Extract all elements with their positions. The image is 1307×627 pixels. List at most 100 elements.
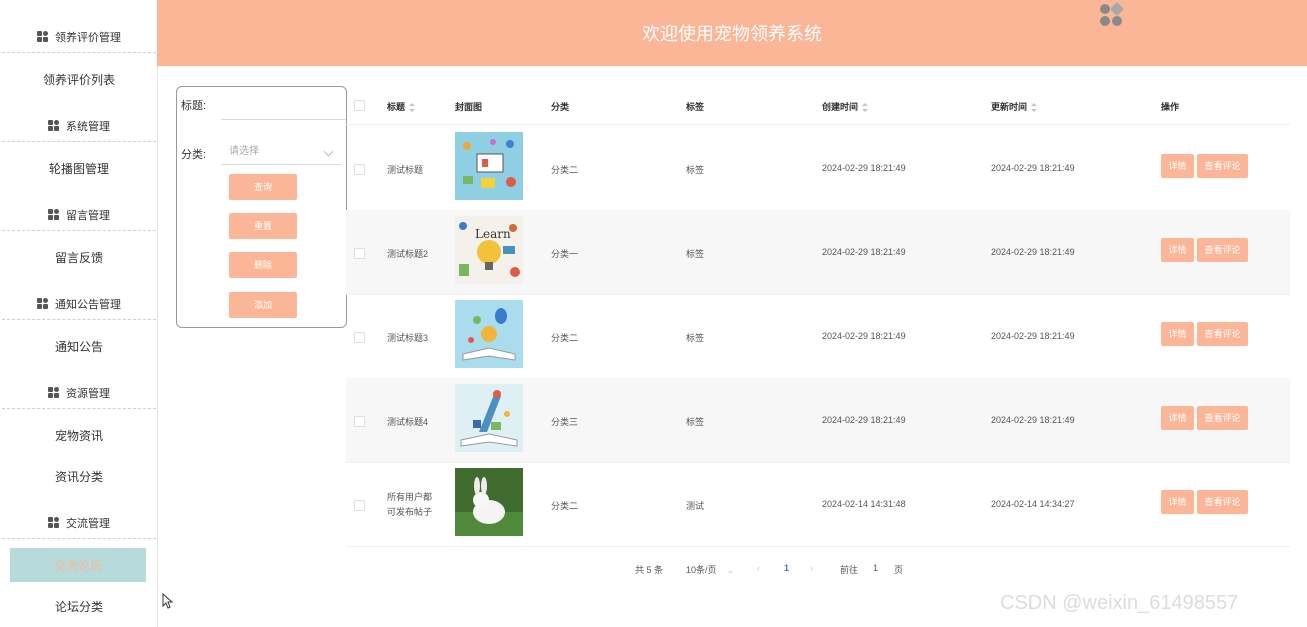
page-size-label: 10条/页	[686, 565, 717, 575]
sidebar-item-adopt-review-list[interactable]: 领养评价列表	[2, 63, 156, 95]
sidebar-group-message[interactable]: 留言管理	[2, 200, 156, 231]
row-checkbox[interactable]	[354, 248, 365, 259]
row-title: 测试标题	[387, 165, 424, 175]
cover-image	[455, 132, 523, 200]
grid-icon	[37, 31, 49, 43]
column-updated[interactable]: 更新时间	[991, 100, 1038, 113]
sort-icon[interactable]	[862, 103, 869, 113]
sidebar-group-label: 通知公告管理	[55, 299, 121, 311]
grid-icon	[37, 298, 49, 310]
sidebar-item-pet-news[interactable]: 宠物资讯	[2, 419, 156, 451]
detail-button[interactable]: 详情	[1161, 490, 1194, 514]
grid-icon	[48, 517, 60, 529]
grid-icon	[48, 387, 60, 399]
column-tag: 标签	[686, 102, 705, 112]
category-filter-label: 分类:	[181, 149, 207, 161]
row-category: 分类二	[551, 501, 579, 511]
detail-button[interactable]: 详情	[1161, 238, 1194, 262]
row-checkbox[interactable]	[354, 416, 365, 427]
table-row: 测试标题4 分类三 标签 2024-02-29 18:21:49 2024-02…	[346, 378, 1290, 463]
row-checkbox[interactable]	[354, 500, 365, 511]
detail-button[interactable]: 详情	[1161, 406, 1194, 430]
cover-image	[455, 384, 523, 452]
row-created: 2024-02-14 14:31:48	[822, 499, 906, 509]
category-select[interactable]: 请选择	[221, 139, 342, 165]
view-comments-button[interactable]: 查看评论	[1197, 322, 1248, 346]
goto-suffix: 页	[894, 565, 904, 575]
next-page-icon[interactable]: ›	[810, 563, 813, 573]
sidebar-item-forum-category[interactable]: 论坛分类	[2, 590, 156, 622]
goto-prefix: 前往	[840, 565, 859, 575]
sidebar-item-label: 领养评价列表	[42, 72, 115, 87]
sidebar-item-carousel[interactable]: 轮播图管理	[2, 152, 156, 184]
query-button[interactable]: 查询	[229, 174, 297, 200]
table-row: 测试标题2 Learn 分类一 标签 2024-02-29 18:21:49 2…	[346, 210, 1290, 295]
mouse-cursor-icon	[162, 593, 174, 609]
sidebar-item-label: 交流论坛	[53, 558, 102, 573]
table-row: 测试标题3 分类二 标签 2024-02-29 18:21:49 2024-02…	[346, 294, 1290, 379]
chevron-down-icon	[323, 146, 334, 157]
row-checkbox[interactable]	[354, 164, 365, 175]
row-created: 2024-02-29 18:21:49	[822, 163, 906, 173]
row-category: 分类三	[551, 417, 579, 427]
row-created: 2024-02-29 18:21:49	[822, 331, 906, 341]
cover-image	[455, 300, 523, 368]
sidebar-item-forum[interactable]: 交流论坛	[10, 548, 146, 582]
chevron-down-icon: ⌄	[726, 565, 735, 575]
header: 欢迎使用宠物领养系统	[157, 0, 1307, 66]
row-title: 所有用户都可发布帖子	[387, 492, 433, 517]
detail-button[interactable]: 详情	[1161, 322, 1194, 346]
row-checkbox[interactable]	[354, 332, 365, 343]
sidebar-group-resource[interactable]: 资源管理	[2, 378, 156, 409]
view-comments-button[interactable]: 查看评论	[1197, 406, 1248, 430]
goto-page-input[interactable]: 1	[873, 563, 878, 573]
cover-image	[455, 468, 523, 536]
page-number-current[interactable]: 1	[784, 563, 789, 573]
sidebar-item-label: 通知公告	[54, 339, 103, 354]
view-comments-button[interactable]: 查看评论	[1197, 238, 1248, 262]
sort-icon[interactable]	[409, 103, 416, 113]
view-comments-button[interactable]: 查看评论	[1197, 154, 1248, 178]
sidebar-group-notice[interactable]: 通知公告管理	[2, 289, 156, 320]
row-updated: 2024-02-29 18:21:49	[991, 415, 1075, 425]
row-title: 测试标题2	[387, 249, 429, 259]
sidebar-group-system[interactable]: 系统管理	[2, 111, 156, 142]
select-all-checkbox[interactable]	[354, 100, 365, 111]
column-category: 分类	[551, 102, 570, 112]
sidebar-item-feedback[interactable]: 留言反馈	[2, 241, 156, 273]
table-header: 标题 封面图 分类 标签 创建时间 更新时间 操作	[346, 86, 1290, 125]
reset-button[interactable]: 重置	[229, 213, 297, 239]
row-tag: 标签	[686, 165, 705, 175]
sidebar-item-notice[interactable]: 通知公告	[2, 330, 156, 362]
column-label: 标题	[387, 102, 406, 112]
add-button[interactable]: 添加	[229, 292, 297, 318]
sort-icon[interactable]	[1031, 103, 1038, 113]
title-search-input[interactable]	[221, 89, 346, 120]
page-size-select[interactable]: 10条/页 ⌄	[686, 563, 734, 576]
row-tag: 标签	[686, 249, 705, 259]
detail-button[interactable]: 详情	[1161, 154, 1194, 178]
row-updated: 2024-02-29 18:21:49	[991, 247, 1075, 257]
delete-button[interactable]: 删除	[229, 252, 297, 278]
sidebar-item-label: 轮播图管理	[48, 161, 109, 176]
sidebar-group-label: 系统管理	[66, 121, 110, 133]
sidebar-group-adopt-review[interactable]: 领养评价管理	[2, 22, 156, 53]
view-comments-button[interactable]: 查看评论	[1197, 490, 1248, 514]
svg-text:Learn: Learn	[475, 227, 511, 241]
column-created[interactable]: 创建时间	[822, 100, 869, 113]
page-title: 欢迎使用宠物领养系统	[642, 24, 822, 44]
sidebar-item-label: 论坛分类	[54, 599, 103, 614]
sidebar-group-label: 留言管理	[66, 210, 110, 222]
sidebar-item-news-category[interactable]: 资讯分类	[2, 460, 156, 492]
row-updated: 2024-02-29 18:21:49	[991, 331, 1075, 341]
sidebar-item-label: 宠物资讯	[54, 428, 103, 443]
prev-page-icon[interactable]: ‹	[757, 563, 760, 573]
row-category: 分类二	[551, 165, 579, 175]
row-updated: 2024-02-29 18:21:49	[991, 163, 1075, 173]
column-label: 创建时间	[822, 102, 859, 112]
column-title[interactable]: 标题	[387, 100, 416, 113]
grid-icon	[48, 120, 60, 132]
row-updated: 2024-02-14 14:34:27	[991, 499, 1075, 509]
app-logo-icon[interactable]	[1099, 1, 1125, 28]
sidebar-group-exchange[interactable]: 交流管理	[2, 508, 156, 539]
